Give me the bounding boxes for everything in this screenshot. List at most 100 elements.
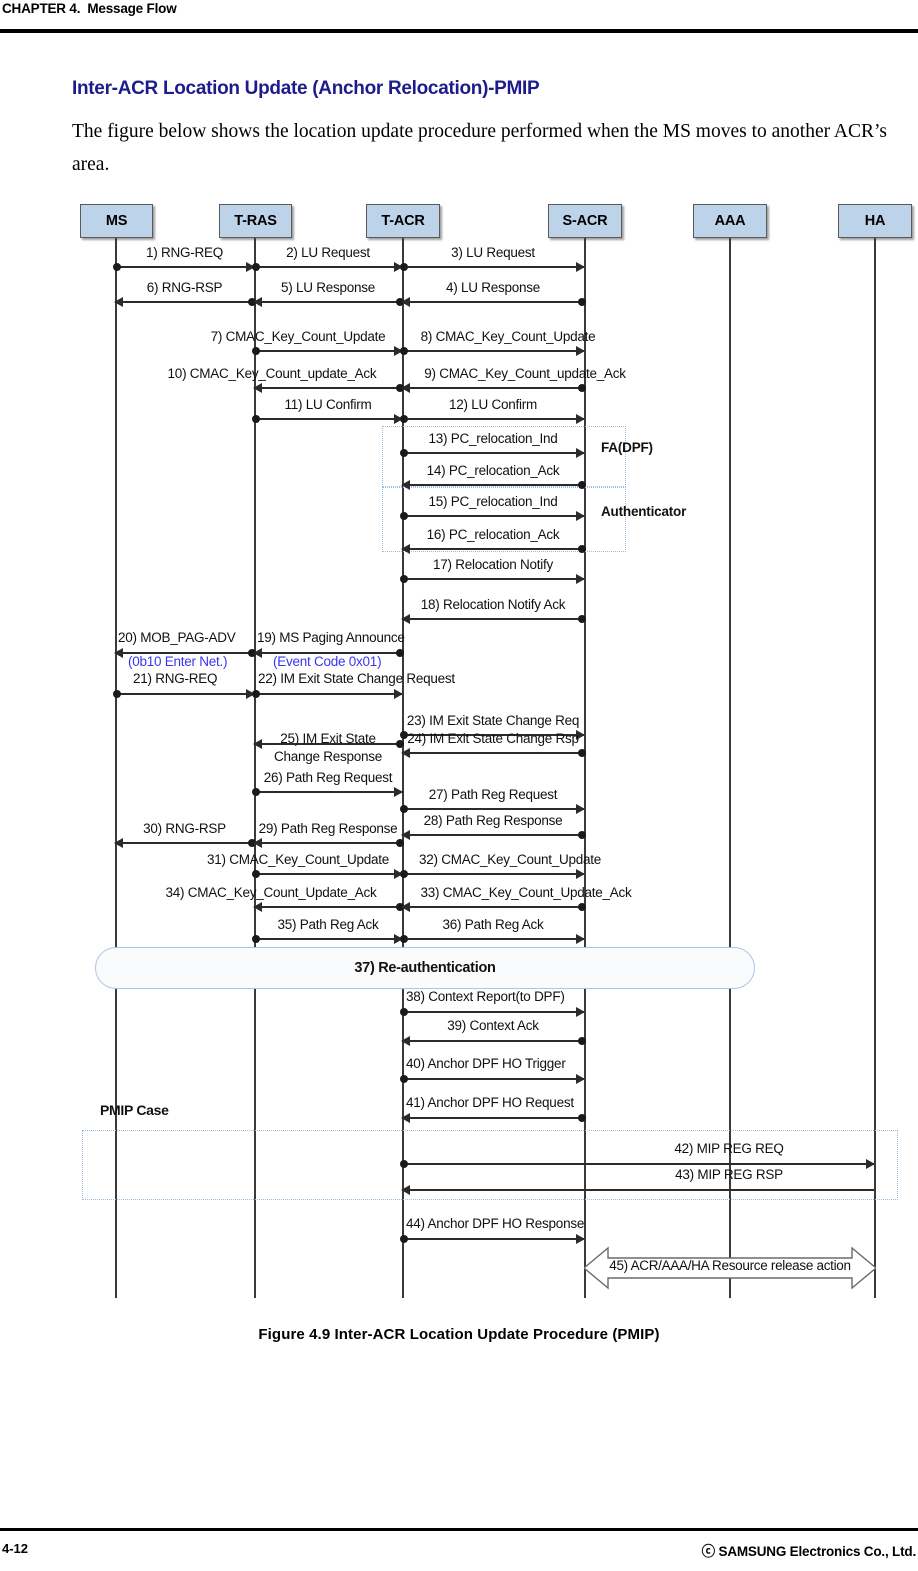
msg-label-25b: Change Response xyxy=(273,749,383,764)
msg-label-41: 41) Anchor DPF HO Request xyxy=(406,1095,574,1110)
resource-release-arrow: 45) ACR/AAA/HA Resource release action xyxy=(582,1246,878,1290)
msg-arrow-22 xyxy=(252,689,403,699)
lane-header-s-acr: S-ACR xyxy=(548,204,622,238)
msg-arrow-44 xyxy=(400,1234,585,1244)
msg-arrow-18 xyxy=(401,614,586,624)
msg-label-36: 36) Path Reg Ack xyxy=(442,917,544,932)
group-label-pmip-case: PMIP Case xyxy=(100,1102,169,1118)
msg-label-32: 32) CMAC_Key_Count_Update xyxy=(418,852,602,867)
msg-label-38: 38) Context Report(to DPF) xyxy=(406,989,565,1004)
msg-label-1: 1) RNG-REQ xyxy=(145,245,223,260)
msg-label-19-note: (Event Code 0x01) xyxy=(273,654,382,669)
page-running-header: CHAPTER 4. Message Flow xyxy=(0,0,918,40)
msg-arrow-14 xyxy=(401,480,586,490)
msg-label-34: 34) CMAC_Key_Count_Update_Ack xyxy=(165,885,377,900)
msg-label-24: 24) IM Exit State Change Rsp xyxy=(407,731,579,746)
msg-arrow-21 xyxy=(113,689,255,699)
body-paragraph: The figure below shows the location upda… xyxy=(72,121,888,175)
msg-arrow-13 xyxy=(400,448,585,458)
msg-arrow-4 xyxy=(401,297,586,307)
footer-divider xyxy=(0,1528,918,1531)
msg-label-27: 27) Path Reg Request xyxy=(428,787,558,802)
lane-header-ms: MS xyxy=(80,204,153,238)
page-title: Inter-ACR Location Update (Anchor Reloca… xyxy=(72,78,540,99)
sequence-diagram: MS T-RAS T-ACR S-ACR AAA HA FA(DPF) Auth… xyxy=(0,190,918,1300)
msg-label-16: 16) PC_relocation_Ack xyxy=(426,527,560,542)
msg-arrow-2 xyxy=(252,262,403,272)
lane-header-ha: HA xyxy=(838,204,912,238)
msg-arrow-15 xyxy=(400,511,585,521)
msg-arrow-29 xyxy=(253,838,404,848)
msg-arrow-38 xyxy=(400,1007,585,1017)
msg-arrow-10 xyxy=(253,383,404,393)
msg-label-8: 8) CMAC_Key_Count_Update xyxy=(420,329,596,344)
msg-arrow-30 xyxy=(114,838,256,848)
msg-arrow-34 xyxy=(253,902,404,912)
msg-label-30: 30) RNG-RSP xyxy=(143,821,226,836)
msg-label-28: 28) Path Reg Response xyxy=(423,813,563,828)
msg-label-40: 40) Anchor DPF HO Trigger xyxy=(406,1056,566,1071)
resource-release-label: 45) ACR/AAA/HA Resource release action xyxy=(609,1258,851,1273)
msg-label-2: 2) LU Request xyxy=(286,245,370,260)
msg-arrow-3 xyxy=(400,262,585,272)
lane-header-t-ras: T-RAS xyxy=(219,204,292,238)
msg-label-4: 4) LU Response xyxy=(445,280,541,295)
msg-arrow-25 xyxy=(253,739,404,749)
msg-label-7: 7) CMAC_Key_Count_Update xyxy=(210,329,386,344)
msg-label-20: 20) MOB_PAG-ADV xyxy=(118,630,236,645)
msg-arrow-5 xyxy=(253,297,404,307)
msg-arrow-12 xyxy=(400,414,585,424)
msg-arrow-32 xyxy=(400,869,585,879)
msg-label-3: 3) LU Request xyxy=(451,245,535,260)
msg-label-18: 18) Relocation Notify Ack xyxy=(420,597,566,612)
msg-label-22: 22) IM Exit State Change Request xyxy=(258,671,455,686)
msg-arrow-11 xyxy=(252,414,403,424)
msg-arrow-39 xyxy=(401,1036,586,1046)
msg-label-44: 44) Anchor DPF HO Response xyxy=(406,1216,585,1231)
msg-arrow-28 xyxy=(401,830,586,840)
msg-label-17: 17) Relocation Notify xyxy=(432,557,554,572)
msg-arrow-26 xyxy=(252,787,403,797)
header-divider xyxy=(0,29,918,33)
msg-arrow-43 xyxy=(401,1185,874,1195)
msg-label-23: 23) IM Exit State Change Req xyxy=(406,713,580,728)
msg-label-14: 14) PC_relocation_Ack xyxy=(426,463,560,478)
msg-arrow-24 xyxy=(401,748,586,758)
msg-label-10: 10) CMAC_Key_Count_update_Ack xyxy=(167,366,377,381)
msg-label-19: 19) MS Paging Announce xyxy=(257,630,405,645)
msg-arrow-40 xyxy=(400,1074,585,1084)
msg-label-31: 31) CMAC_Key_Count_Update xyxy=(206,852,390,867)
footer-copyright: ⓒ SAMSUNG Electronics Co., Ltd. xyxy=(701,1544,917,1559)
msg-label-12: 12) LU Confirm xyxy=(448,397,538,412)
msg-arrow-8 xyxy=(400,346,585,356)
msg-label-39: 39) Context Ack xyxy=(447,1018,539,1033)
msg-label-35: 35) Path Reg Ack xyxy=(277,917,379,932)
msg-arrow-41 xyxy=(401,1113,586,1123)
msg-arrow-17 xyxy=(400,574,585,584)
reauthentication-capsule: 37) Re-authentication xyxy=(95,947,755,989)
lane-header-t-acr: T-ACR xyxy=(366,204,440,238)
msg-arrow-31 xyxy=(252,869,403,879)
lane-header-aaa: AAA xyxy=(693,204,767,238)
msg-arrow-7 xyxy=(252,346,403,356)
msg-label-21: 21) RNG-REQ xyxy=(133,671,218,686)
msg-label-9: 9) CMAC_Key_Count_update_Ack xyxy=(424,366,626,381)
figure-caption: Figure 4.9 Inter-ACR Location Update Pro… xyxy=(258,1326,660,1343)
msg-label-42: 42) MIP REG REQ xyxy=(674,1141,784,1156)
msg-label-33: 33) CMAC_Key_Count_Update_Ack xyxy=(420,885,632,900)
msg-arrow-16 xyxy=(401,544,586,554)
group-label-authenticator: Authenticator xyxy=(601,504,687,519)
msg-label-43: 43) MIP REG RSP xyxy=(675,1167,783,1182)
msg-arrow-6 xyxy=(114,297,256,307)
msg-arrow-33 xyxy=(401,902,586,912)
msg-arrow-9 xyxy=(401,383,586,393)
group-label-fa-dpf: FA(DPF) xyxy=(601,440,653,455)
msg-arrow-35 xyxy=(252,934,403,944)
msg-label-26: 26) Path Reg Request xyxy=(263,770,393,785)
msg-arrow-1 xyxy=(113,262,255,272)
msg-label-6: 6) RNG-RSP xyxy=(146,280,223,295)
msg-label-5: 5) LU Response xyxy=(280,280,376,295)
msg-label-15: 15) PC_relocation_Ind xyxy=(428,494,558,509)
msg-arrow-27 xyxy=(400,804,585,814)
msg-label-11: 11) LU Confirm xyxy=(284,397,372,412)
